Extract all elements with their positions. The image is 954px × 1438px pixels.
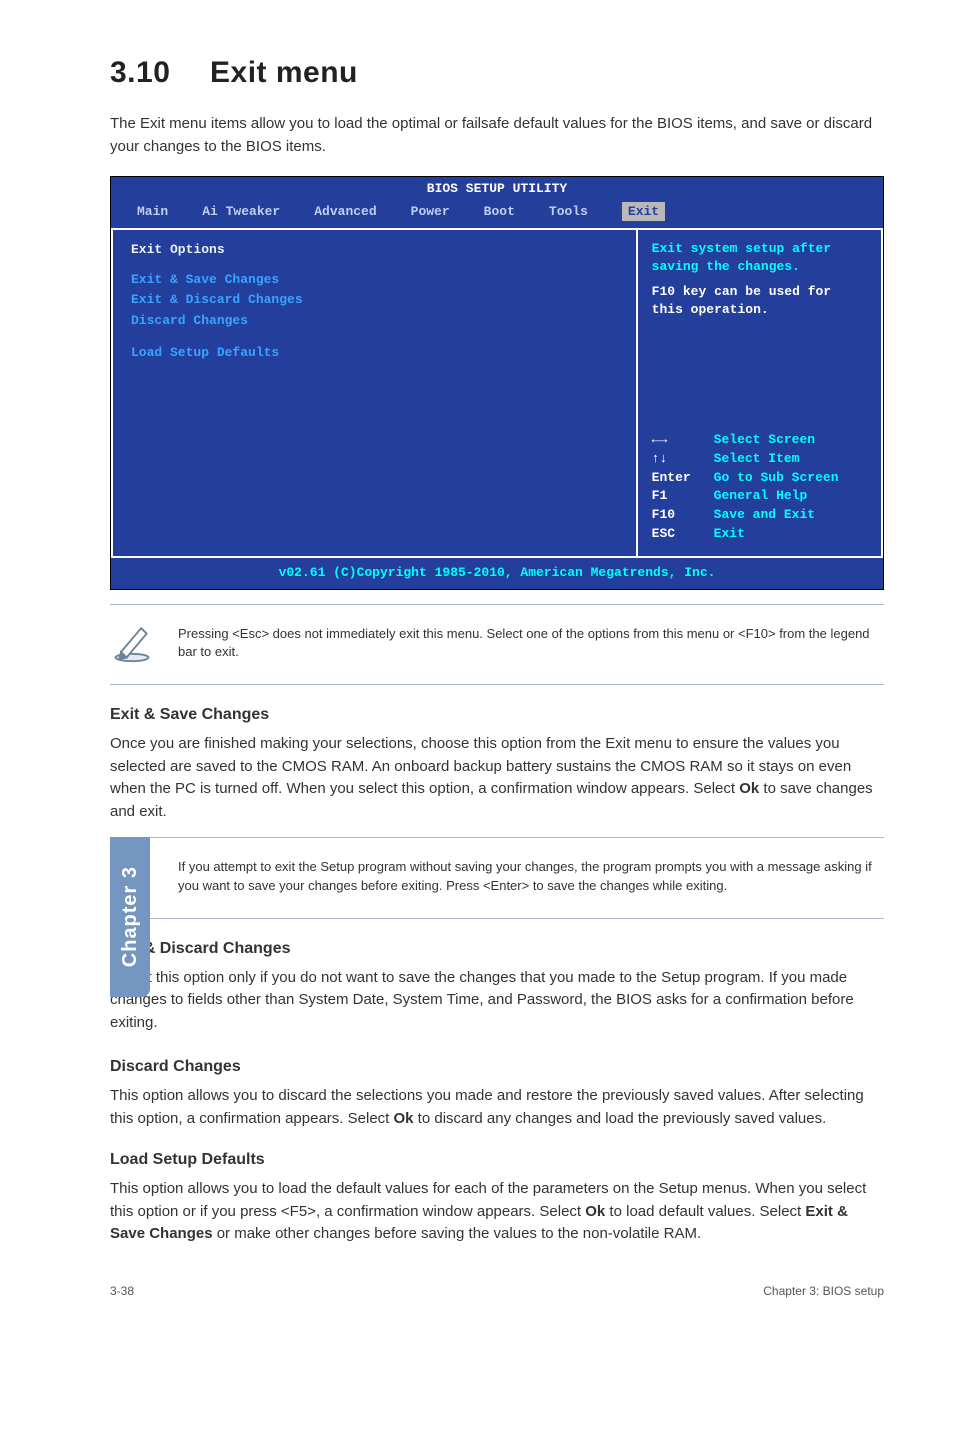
bios-help-text: Exit system setup after saving the chang… [638,230,881,328]
bios-left-pane: Exit Options Exit & Save Changes Exit & … [111,228,636,558]
legend-key: F10 [652,506,714,525]
bios-right-pane: Exit system setup after saving the chang… [636,228,883,558]
bios-footer: v02.61 (C)Copyright 1985-2010, American … [111,558,883,589]
legend-val: Exit [714,525,745,544]
bios-tab: Tools [549,202,588,222]
divider [110,837,884,838]
bios-option: Discard Changes [131,311,618,331]
bios-help-line: F10 key can be used for this operation. [652,283,867,318]
legend-key: ←→ [652,431,714,450]
bios-tab-active: Exit [622,202,665,222]
legend-key: Enter [652,469,714,488]
bios-options-header: Exit Options [131,240,618,260]
subsection-body: Select this option only if you do not wa… [110,967,884,1035]
chapter-side-label: Chapter 3 [115,866,145,967]
legend-val: Save and Exit [714,506,815,525]
legend-val: Go to Sub Screen [714,469,839,488]
legend-val: Select Screen [714,431,815,450]
bios-option: Exit & Discard Changes [131,290,618,310]
divider [110,684,884,685]
subsection-title: Exit & Discard Changes [110,937,884,961]
note-block: Pressing <Esc> does not immediately exit… [110,619,884,671]
subsection-body: This option allows you to discard the se… [110,1085,884,1130]
divider [110,604,884,605]
chapter-side-tab: Chapter 3 [110,837,150,997]
section-number: 3.10 [110,50,210,95]
intro-paragraph: The Exit menu items allow you to load th… [110,113,884,158]
note-block: If you attempt to exit the Setup program… [110,852,884,904]
subsection-body: This option allows you to load the defau… [110,1178,884,1246]
bios-help-line: Exit system setup after saving the chang… [652,240,867,275]
divider [110,918,884,919]
subsection-title: Load Setup Defaults [110,1148,884,1172]
legend-val: Select Item [714,450,800,469]
bios-tab: Ai Tweaker [202,202,280,222]
chapter-label: Chapter 3: BIOS setup [763,1282,884,1300]
legend-key: F1 [652,487,714,506]
legend-key: ↑↓ [652,450,714,469]
bios-legend: ←→Select Screen ↑↓Select Item EnterGo to… [638,421,881,556]
section-name: Exit menu [210,56,358,89]
page-title: 3.10Exit menu [110,50,884,95]
bios-banner: BIOS SETUP UTILITY [111,179,883,199]
bios-body: Exit Options Exit & Save Changes Exit & … [111,228,883,558]
subsection-body: Once you are finished making your select… [110,733,884,823]
bios-titlebar: BIOS SETUP UTILITY Main Ai Tweaker Advan… [111,177,883,228]
note-text: Pressing <Esc> does not immediately exit… [178,619,884,663]
bios-tab: Advanced [314,202,376,222]
legend-val: General Help [714,487,808,506]
pencil-icon [110,619,154,671]
subsection-title: Discard Changes [110,1055,884,1079]
subsection-title: Exit & Save Changes [110,703,884,727]
bios-screenshot: BIOS SETUP UTILITY Main Ai Tweaker Advan… [110,176,884,590]
bios-option: Exit & Save Changes [131,270,618,290]
legend-key: ESC [652,525,714,544]
bios-tab: Main [137,202,168,222]
page-number: 3-38 [110,1282,134,1300]
page-footer: 3-38 Chapter 3: BIOS setup [110,1282,884,1300]
note-text: If you attempt to exit the Setup program… [178,852,884,896]
bios-tab: Power [411,202,450,222]
bios-tabs: Main Ai Tweaker Advanced Power Boot Tool… [111,199,883,227]
bios-option: Load Setup Defaults [131,343,618,363]
bios-tab: Boot [484,202,515,222]
